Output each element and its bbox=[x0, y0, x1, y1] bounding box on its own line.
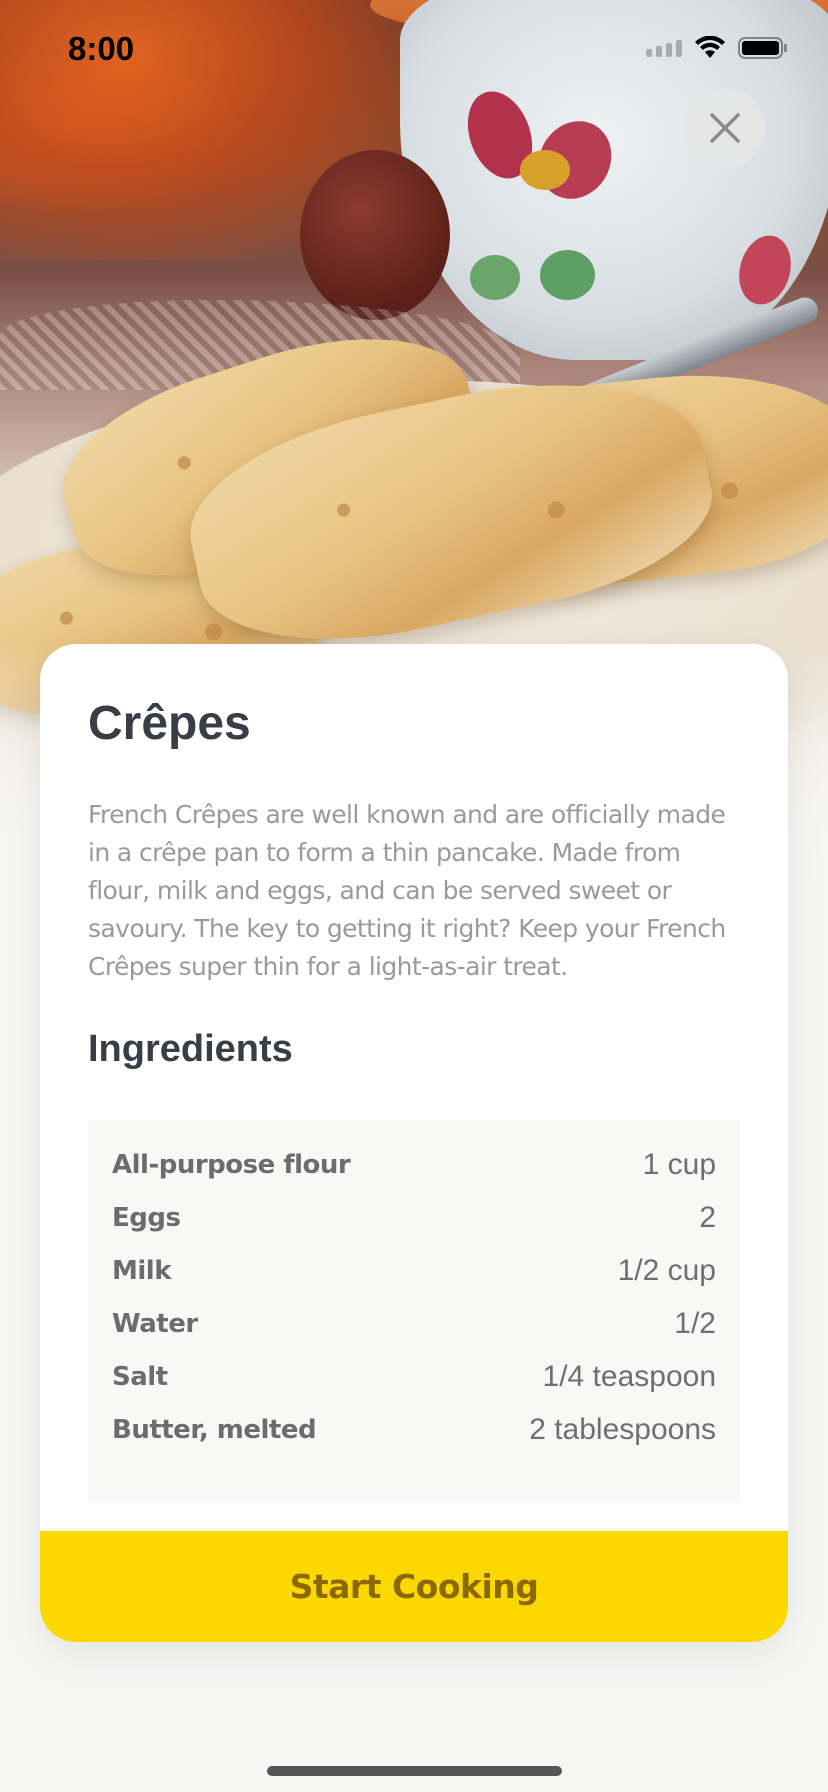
ingredient-quantity: 2 tablespoons bbox=[529, 1412, 716, 1446]
ingredient-row: All-purpose flour 1 cup bbox=[112, 1138, 716, 1191]
ingredient-name: Salt bbox=[112, 1361, 168, 1392]
start-cooking-label: Start Cooking bbox=[289, 1567, 539, 1606]
close-button[interactable] bbox=[685, 88, 765, 168]
recipe-detail-screen: 8:00 Crêpes French Crêpes are well known… bbox=[0, 0, 828, 1792]
ingredient-quantity: 2 bbox=[699, 1200, 716, 1234]
ingredients-heading: Ingredients bbox=[88, 1028, 293, 1070]
ingredient-row: Water 1/2 bbox=[112, 1297, 716, 1350]
ingredient-quantity: 1 cup bbox=[642, 1147, 716, 1181]
ingredient-row: Salt 1/4 teaspoon bbox=[112, 1350, 716, 1403]
ingredients-list: All-purpose flour 1 cup Eggs 2 Milk 1/2 … bbox=[88, 1120, 740, 1502]
status-icons bbox=[646, 36, 788, 60]
ingredient-row: Milk 1/2 cup bbox=[112, 1244, 716, 1297]
recipe-description: French Crêpes are well known and are off… bbox=[88, 800, 726, 981]
recipe-title: Crêpes bbox=[88, 697, 251, 750]
start-cooking-button[interactable]: Start Cooking bbox=[40, 1531, 788, 1642]
ingredient-row: Eggs 2 bbox=[112, 1191, 716, 1244]
ingredient-row: Butter, melted 2 tablespoons bbox=[112, 1403, 716, 1456]
status-time: 8:00 bbox=[68, 30, 135, 67]
ingredient-quantity: 1/4 teaspoon bbox=[542, 1359, 716, 1393]
recipe-card: Crêpes French Crêpes are well known and … bbox=[40, 644, 788, 1642]
ingredient-quantity: 1/2 cup bbox=[617, 1253, 716, 1287]
ingredient-quantity: 1/2 bbox=[674, 1306, 716, 1340]
ingredient-name: Butter, melted bbox=[112, 1414, 317, 1445]
wifi-icon bbox=[695, 36, 725, 58]
ingredient-name: Eggs bbox=[112, 1202, 181, 1233]
status-bar: 8:00 bbox=[0, 0, 828, 100]
home-indicator[interactable] bbox=[267, 1766, 562, 1776]
ingredient-name: All-purpose flour bbox=[112, 1149, 351, 1180]
ingredient-name: Water bbox=[112, 1308, 198, 1339]
ingredient-name: Milk bbox=[112, 1255, 172, 1286]
close-icon bbox=[710, 113, 740, 143]
battery-icon bbox=[738, 37, 787, 59]
cellular-signal-icon bbox=[646, 39, 682, 57]
